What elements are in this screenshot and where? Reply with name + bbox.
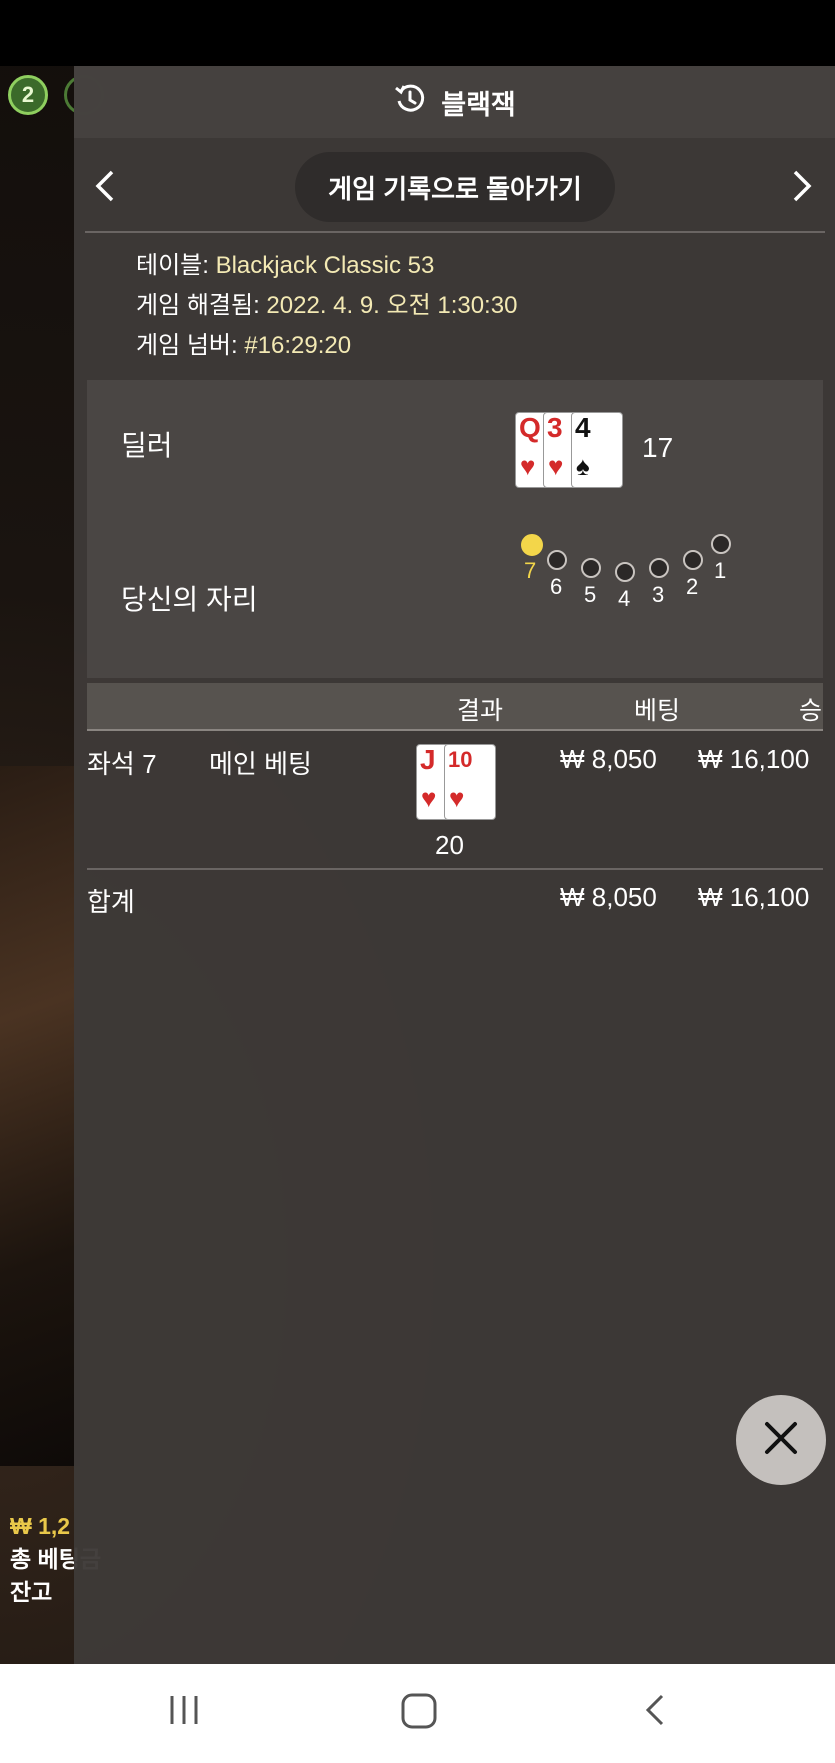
home-icon: [400, 1693, 438, 1734]
back-button[interactable]: [640, 1692, 670, 1733]
your-seat-label: 당신의 자리: [121, 584, 258, 615]
background-light-streak: [0, 766, 80, 1466]
chevron-left-icon: [84, 170, 128, 212]
prev-game-button[interactable]: [84, 164, 128, 208]
card-rank: 10: [448, 747, 473, 772]
chevron-right-icon: [779, 170, 823, 212]
back-to-history-button[interactable]: 게임 기록으로 돌아가기: [295, 152, 615, 222]
card-suit: ♠: [576, 451, 590, 481]
seat-number: 7: [524, 558, 537, 583]
seat-number: 6: [550, 574, 563, 599]
seat-number: 3: [652, 582, 665, 607]
android-nav-bar: [0, 1664, 835, 1763]
seat-2-marker[interactable]: [683, 550, 703, 570]
header-win: 승: [799, 697, 823, 725]
home-button[interactable]: [400, 1692, 438, 1735]
header-bet: 베팅: [634, 697, 681, 725]
page-title: 블랙잭: [441, 89, 516, 120]
card-rank: Q: [519, 412, 541, 443]
seat-number: 2: [686, 574, 699, 599]
back-icon: [640, 1694, 670, 1732]
card-rank: 4: [575, 412, 591, 443]
history-nav: 게임 기록으로 돌아가기: [74, 150, 835, 224]
recent-apps-button[interactable]: [166, 1692, 202, 1733]
table-info: 테이블: Blackjack Classic 53: [136, 252, 435, 279]
player-cards: J ♥ 10 ♥: [416, 744, 500, 822]
next-game-button[interactable]: [779, 164, 823, 208]
playing-card: 4 ♠: [571, 412, 623, 488]
dealer-label: 딜러: [121, 430, 173, 461]
history-panel: 블랙잭 게임 기록으로 돌아가기 테이블: Blackjack Classic …: [74, 66, 835, 1664]
close-button[interactable]: [736, 1395, 826, 1485]
dealer-total: 17: [642, 432, 674, 463]
card-rank: J: [420, 744, 436, 775]
results-table-header: 결과 베팅 승: [87, 683, 823, 731]
total-win: ₩ 16,100: [698, 882, 810, 912]
resolved-time: 2022. 4. 9. 오전 1:30:30: [266, 292, 518, 319]
game-number-info: 게임 넘버: #16:29:20: [136, 332, 352, 359]
player-total: 20: [435, 830, 464, 860]
resolved-info: 게임 해결됨: 2022. 4. 9. 오전 1:30:30: [136, 292, 518, 319]
dealer-cards: Q ♥ 3 ♥ 4 ♠: [515, 412, 625, 490]
total-row: 합계 ₩ 8,050 ₩ 16,100: [87, 880, 823, 920]
seat-number: 1: [714, 558, 727, 583]
close-icon: [761, 1418, 801, 1463]
seat-6-marker[interactable]: [547, 550, 567, 570]
title-bar: 블랙잭: [74, 66, 835, 138]
card-suit: ♥: [449, 783, 465, 813]
card-rank: 3: [547, 412, 563, 443]
total-label: 합계: [87, 887, 135, 917]
game-number: #16:29:20: [244, 332, 352, 359]
total-bet: ₩ 8,050: [560, 882, 657, 912]
seat-number: 4: [618, 586, 631, 611]
history-icon: [393, 82, 427, 123]
card-suit: ♥: [421, 783, 437, 813]
game-info: 테이블: Blackjack Classic 53 게임 해결됨: 2022. …: [136, 246, 517, 366]
seat-5-marker[interactable]: [581, 558, 601, 578]
card-suit: ♥: [520, 451, 536, 481]
seat-3-marker[interactable]: [649, 558, 669, 578]
table-row: 좌석 7 메인 베팅 J ♥ 10 ♥ 20 ₩ 8,050 ₩ 16,100: [87, 738, 823, 868]
status-bar: [0, 0, 835, 66]
road-badge: 2: [8, 75, 48, 115]
table-name: Blackjack Classic 53: [215, 252, 435, 279]
dealer-section: 딜러 Q ♥ 3 ♥ 4 ♠ 17 당신의 자리 7654321: [87, 380, 823, 678]
divider: [87, 868, 823, 870]
recent-apps-icon: [166, 1696, 202, 1732]
row-seat: 좌석 7: [87, 749, 157, 779]
seat-1-marker[interactable]: [711, 534, 731, 554]
row-bet-type: 메인 베팅: [209, 749, 312, 779]
card-suit: ♥: [548, 451, 564, 481]
header-result: 결과: [457, 697, 504, 725]
playing-card: 10 ♥: [444, 744, 496, 820]
seat-7-marker[interactable]: [521, 534, 543, 556]
row-win-amount: ₩ 16,100: [698, 744, 810, 774]
row-bet-amount: ₩ 8,050: [560, 744, 657, 774]
seat-number: 5: [584, 582, 597, 607]
seat-4-marker[interactable]: [615, 562, 635, 582]
divider: [85, 231, 825, 233]
